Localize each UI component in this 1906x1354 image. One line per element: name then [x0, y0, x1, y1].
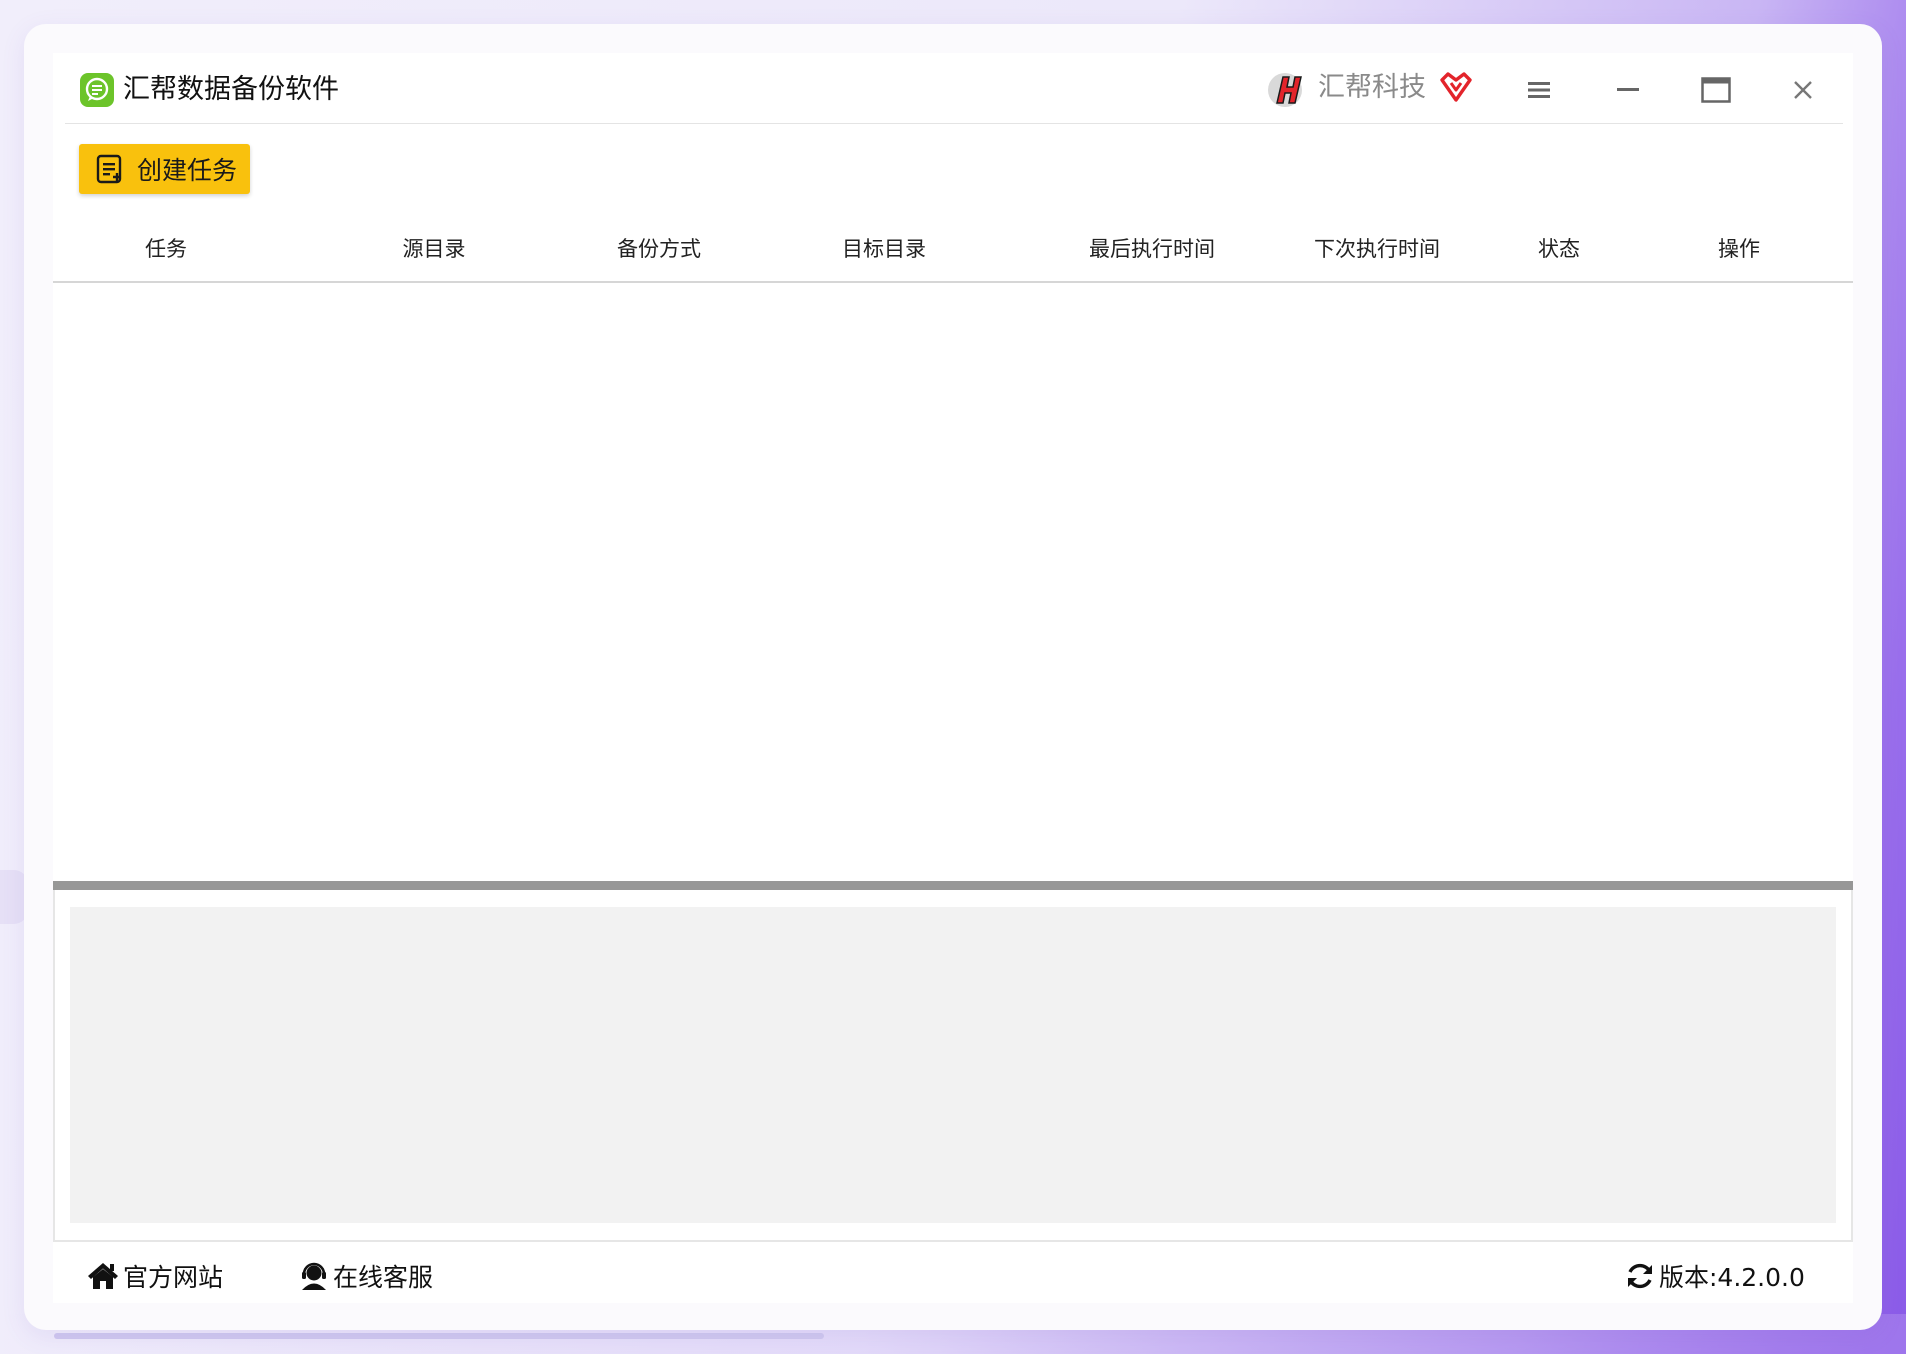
app-window: 汇帮数据备份软件 汇帮科技 创建任务 任务 源目录 备份方式 目标目录 最后执行…	[53, 53, 1853, 1303]
column-header-task[interactable]: 任务	[145, 233, 187, 263]
brand-logo-icon	[1268, 73, 1302, 107]
close-icon	[1794, 81, 1812, 99]
chat-bubble-icon	[85, 77, 109, 101]
minimize-button[interactable]	[1606, 71, 1650, 109]
status-footer: 官方网站 在线客服 版本:4.2.0.0	[53, 1243, 1853, 1303]
title-divider	[65, 123, 1843, 124]
minimize-icon	[1617, 88, 1639, 91]
column-header-last-run[interactable]: 最后执行时间	[1089, 233, 1215, 263]
column-header-actions[interactable]: 操作	[1718, 233, 1760, 263]
version-label: 版本:4.2.0.0	[1659, 1263, 1805, 1292]
close-button[interactable]	[1781, 71, 1825, 109]
background-shadow-bar	[54, 1333, 824, 1339]
brand-name: 汇帮科技	[1318, 72, 1426, 103]
online-service-label: 在线客服	[333, 1263, 434, 1292]
app-icon	[80, 73, 114, 107]
panel-splitter[interactable]	[53, 881, 1853, 890]
refresh-icon	[1628, 1263, 1652, 1289]
column-header-next-run[interactable]: 下次执行时间	[1314, 233, 1440, 263]
hamburger-menu-icon	[1528, 82, 1550, 98]
official-site-link[interactable]: 官方网站	[87, 1258, 223, 1294]
version-info[interactable]: 版本:4.2.0.0	[1625, 1258, 1805, 1294]
online-service-link[interactable]: 在线客服	[299, 1258, 433, 1294]
maximize-button[interactable]	[1694, 71, 1738, 109]
log-panel	[70, 907, 1836, 1223]
create-task-button[interactable]: 创建任务	[79, 144, 250, 194]
column-header-source-dir[interactable]: 源目录	[403, 233, 466, 263]
create-task-label: 创建任务	[137, 156, 238, 185]
vip-heart-icon[interactable]	[1438, 70, 1474, 106]
task-table-body	[53, 283, 1853, 885]
menu-button[interactable]	[1517, 71, 1561, 109]
official-site-label: 官方网站	[123, 1263, 224, 1292]
headset-user-icon	[302, 1262, 326, 1290]
column-header-target-dir[interactable]: 目标目录	[842, 233, 926, 263]
maximize-icon	[1701, 77, 1731, 103]
app-title: 汇帮数据备份软件	[123, 74, 339, 105]
task-list-icon	[96, 154, 122, 184]
title-bar: 汇帮数据备份软件 汇帮科技	[53, 53, 1853, 125]
column-header-backup-mode[interactable]: 备份方式	[617, 233, 701, 263]
column-header-status[interactable]: 状态	[1538, 233, 1580, 263]
task-table-header: 任务 源目录 备份方式 目标目录 最后执行时间 下次执行时间 状态 操作	[53, 219, 1853, 281]
home-icon	[88, 1263, 118, 1289]
